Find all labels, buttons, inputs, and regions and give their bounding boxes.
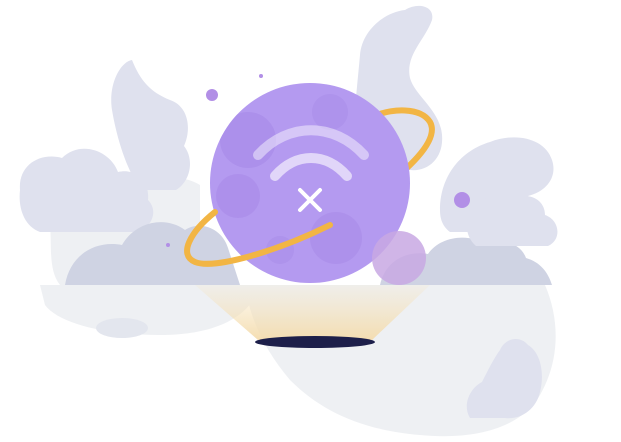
black-hole: [255, 336, 375, 348]
illustration-canvas: [19, 5, 558, 437]
floating-dot: [454, 192, 470, 208]
no-connection-illustration: [0, 0, 621, 442]
floating-dot: [166, 243, 170, 247]
floating-dot: [206, 89, 218, 101]
floating-dot: [259, 74, 263, 78]
ground-pebble: [96, 318, 148, 338]
small-moon: [372, 231, 426, 285]
